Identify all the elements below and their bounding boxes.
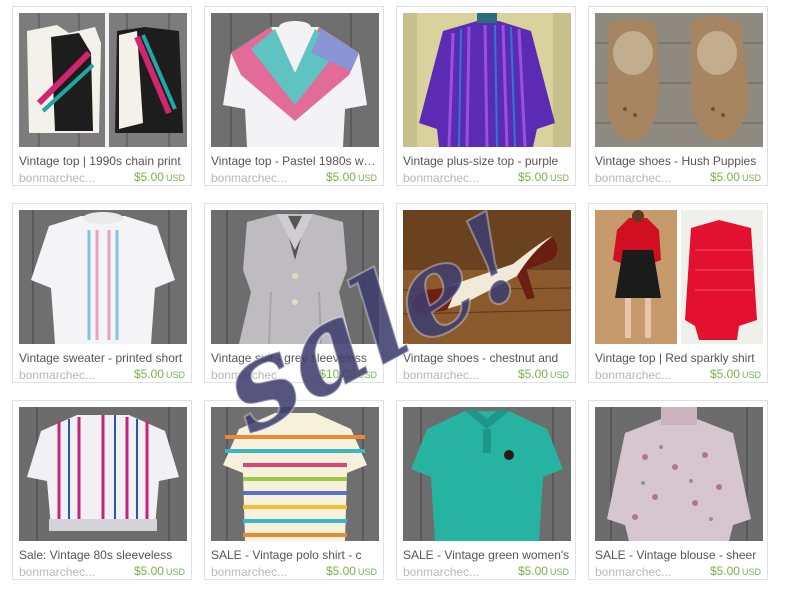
price-currency: USD [357, 370, 377, 380]
price-amount: $5.00 [517, 564, 548, 578]
price-amount: $5.00 [133, 170, 164, 184]
listing-card[interactable]: Vintage top | 1990s chain print bonmarche… [12, 6, 192, 186]
listing-title[interactable]: Vintage plus-size top - purple [403, 154, 573, 168]
listing-price: $5.00 USD [518, 170, 569, 184]
price-amount: $5.00 [709, 367, 740, 381]
product-photo [19, 13, 187, 147]
price-currency: USD [549, 567, 569, 577]
listing-title[interactable]: Vintage shoes - Hush Puppies [595, 154, 765, 168]
price-currency: USD [741, 567, 761, 577]
listing-price: $5.00 USD [134, 367, 185, 381]
listing-card[interactable]: Vintage plus-size top - purple bonmarchec… [396, 6, 576, 186]
listing-price: $5.00 USD [710, 170, 761, 184]
price-amount: $5.00 [709, 170, 740, 184]
shop-name[interactable]: bonmarchec... [403, 171, 493, 185]
listing-grid: Vintage top | 1990s chain print bonmarche… [12, 6, 780, 580]
listing-title[interactable]: SALE - Vintage polo shirt - c [211, 548, 381, 562]
product-photo [595, 210, 763, 344]
product-photo [211, 407, 379, 541]
listing-price: $5.00 USD [326, 564, 377, 578]
shop-name[interactable]: bonmarchec... [19, 368, 109, 382]
price-currency: USD [549, 173, 569, 183]
price-amount: $5.00 [325, 170, 356, 184]
product-photo [595, 407, 763, 541]
price-currency: USD [165, 370, 185, 380]
price-currency: USD [165, 567, 185, 577]
shop-name[interactable]: bonmarchec... [403, 565, 493, 579]
price-currency: USD [549, 370, 569, 380]
listing-title[interactable]: Vintage sweater - printed short [19, 351, 189, 365]
price-amount: $10.00 [319, 367, 356, 381]
listing-card[interactable]: SALE - Vintage blouse - sheer bonmarchec.… [588, 400, 768, 580]
shop-name[interactable]: bonmarchec... [595, 368, 685, 382]
listing-image[interactable] [19, 13, 187, 147]
listing-image[interactable] [595, 210, 763, 344]
listing-price: $5.00 USD [326, 170, 377, 184]
shop-name[interactable]: bonmarchec... [211, 565, 301, 579]
listing-image[interactable] [403, 210, 571, 344]
price-currency: USD [357, 567, 377, 577]
listing-card[interactable]: Vintage suit - grey sleeveless bonmarchec… [204, 203, 384, 383]
listing-title[interactable]: Sale: Vintage 80s sleeveless [19, 548, 189, 562]
listing-price: $5.00 USD [518, 564, 569, 578]
listing-card[interactable]: Vintage top - Pastel 1980s white bonmarch… [204, 6, 384, 186]
listing-title[interactable]: Vintage shoes - chestnut and [403, 351, 573, 365]
listing-image[interactable] [19, 210, 187, 344]
listing-card[interactable]: Sale: Vintage 80s sleeveless bonmarchec..… [12, 400, 192, 580]
listing-image[interactable] [211, 13, 379, 147]
listing-title[interactable]: Vintage top | 1990s chain print [19, 154, 189, 168]
listing-image[interactable] [403, 13, 571, 147]
price-amount: $5.00 [133, 564, 164, 578]
listing-image[interactable] [211, 407, 379, 541]
product-photo [211, 13, 379, 147]
listing-image[interactable] [403, 407, 571, 541]
listing-title[interactable]: SALE - Vintage blouse - sheer [595, 548, 765, 562]
listing-card[interactable]: SALE - Vintage green women's bonmarchec..… [396, 400, 576, 580]
price-currency: USD [741, 173, 761, 183]
product-photo [403, 210, 571, 344]
product-photo [19, 407, 187, 541]
listing-title[interactable]: Vintage top - Pastel 1980s white [211, 154, 381, 168]
listing-image[interactable] [211, 210, 379, 344]
shop-name[interactable]: bonmarchec... [19, 565, 109, 579]
shop-name[interactable]: bonmarchec... [403, 368, 493, 382]
listing-card[interactable]: Vintage sweater - printed short bonmarche… [12, 203, 192, 383]
product-photo [403, 13, 571, 147]
product-photo [19, 210, 187, 344]
price-amount: $5.00 [709, 564, 740, 578]
listing-price: $5.00 USD [710, 564, 761, 578]
price-currency: USD [357, 173, 377, 183]
shop-name[interactable]: bonmarchec... [19, 171, 109, 185]
price-currency: USD [741, 370, 761, 380]
listing-price: $10.00 USD [319, 367, 377, 381]
listing-card[interactable]: Vintage top | Red sparkly shirt bonmarche… [588, 203, 768, 383]
listing-title[interactable]: Vintage top | Red sparkly shirt [595, 351, 765, 365]
listing-price: $5.00 USD [518, 367, 569, 381]
price-amount: $5.00 [517, 170, 548, 184]
listing-price: $5.00 USD [134, 564, 185, 578]
price-amount: $5.00 [325, 564, 356, 578]
product-photo [403, 407, 571, 541]
listing-title[interactable]: SALE - Vintage green women's [403, 548, 573, 562]
product-photo [211, 210, 379, 344]
price-currency: USD [165, 173, 185, 183]
listing-card[interactable]: Vintage shoes - chestnut and bonmarchec..… [396, 203, 576, 383]
price-amount: $5.00 [133, 367, 164, 381]
product-photo [595, 13, 763, 147]
listing-image[interactable] [595, 407, 763, 541]
listing-image[interactable] [595, 13, 763, 147]
shop-name[interactable]: bonmarchec... [211, 171, 301, 185]
price-amount: $5.00 [517, 367, 548, 381]
listing-card[interactable]: Vintage shoes - Hush Puppies bonmarchec..… [588, 6, 768, 186]
listing-image[interactable] [19, 407, 187, 541]
listing-price: $5.00 USD [134, 170, 185, 184]
listing-card[interactable]: SALE - Vintage polo shirt - c bonmarchec.… [204, 400, 384, 580]
shop-name[interactable]: bonmarchec... [595, 171, 685, 185]
listing-title[interactable]: Vintage suit - grey sleeveless [211, 351, 381, 365]
shop-name[interactable]: bonmarchec... [211, 368, 301, 382]
listing-price: $5.00 USD [710, 367, 761, 381]
shop-name[interactable]: bonmarchec... [595, 565, 685, 579]
